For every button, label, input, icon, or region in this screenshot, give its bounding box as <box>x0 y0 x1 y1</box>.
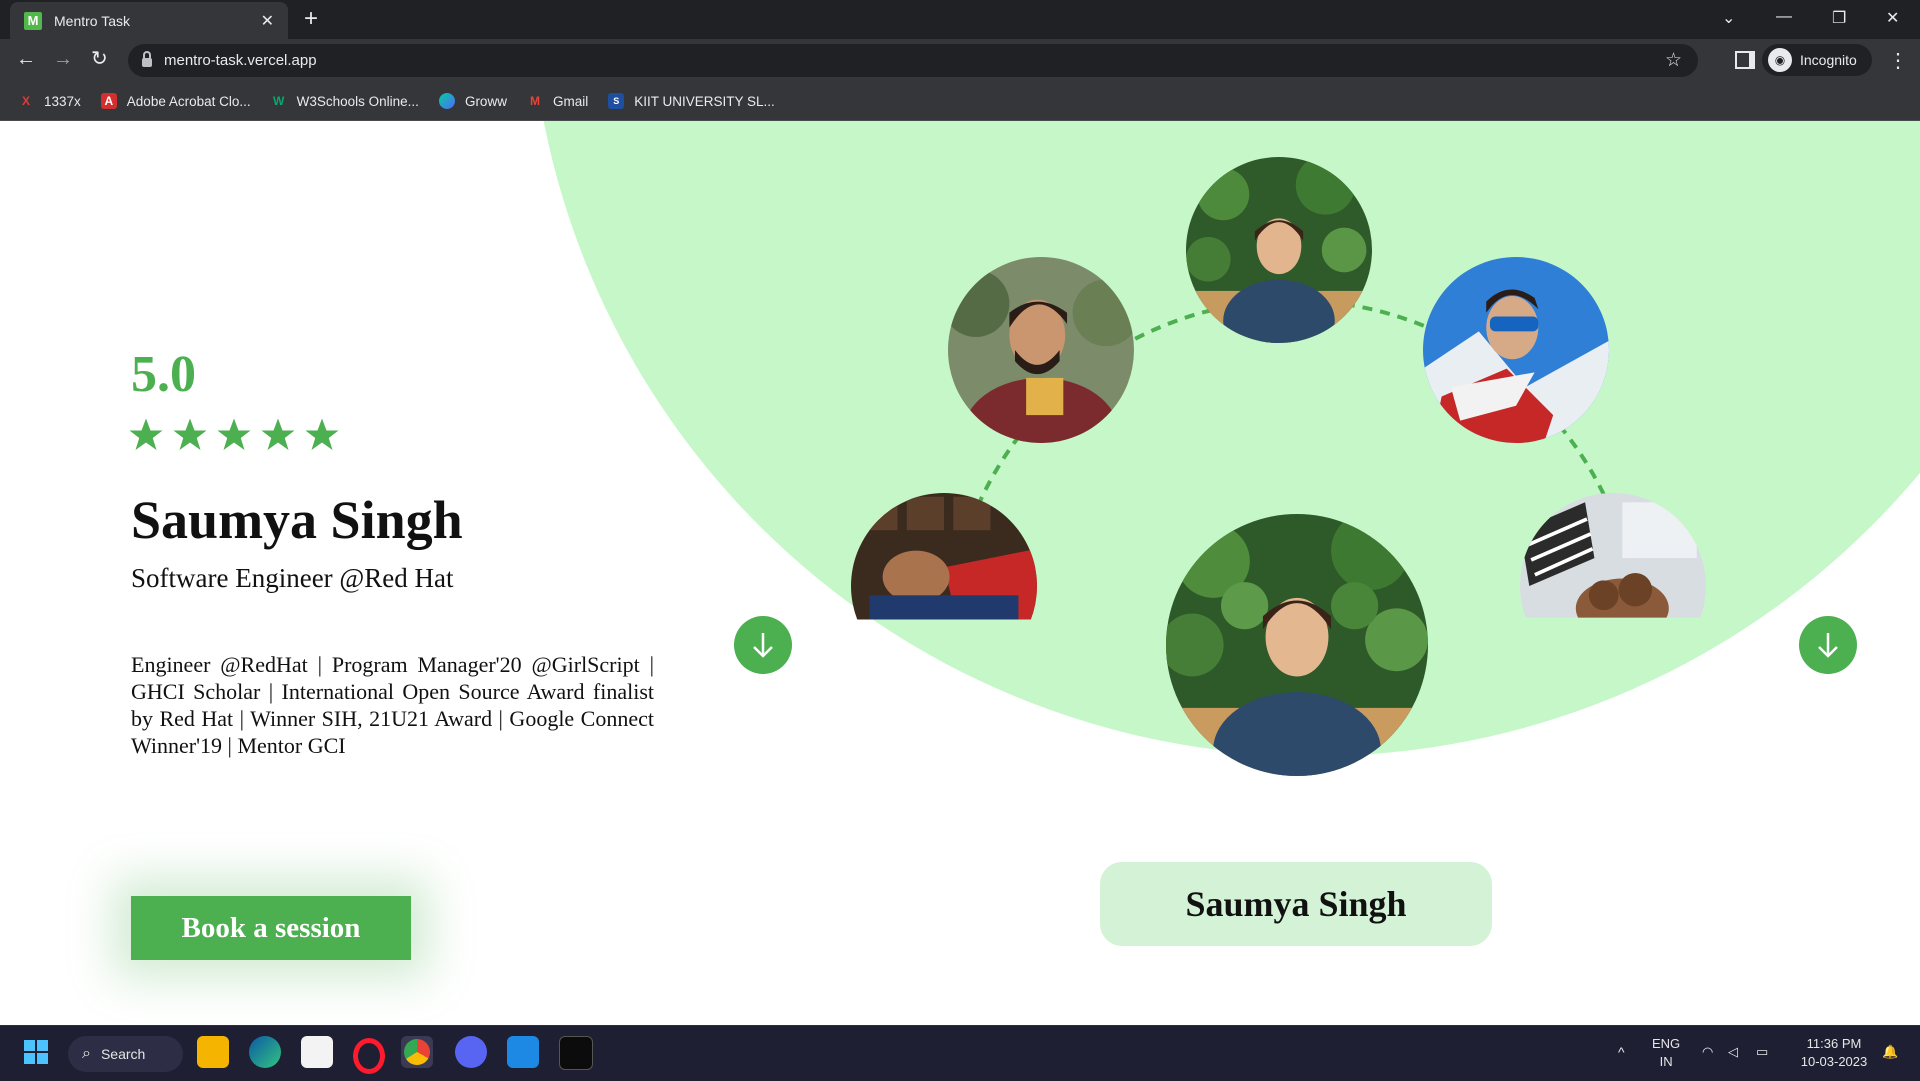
next-arrow-button[interactable] <box>1799 616 1857 674</box>
browser-tab-bar: M Mentro Task ✕ + ⌄ — ❐ ✕ <box>0 0 1920 39</box>
windows-logo-svg <box>24 1040 48 1064</box>
star-icon <box>217 418 251 450</box>
chrome-icon <box>404 1039 430 1065</box>
mentor-avatar[interactable] <box>948 257 1134 443</box>
side-panel-icon[interactable] <box>1735 51 1755 69</box>
book-session-button[interactable]: Book a session <box>131 896 411 960</box>
arrow-down-icon <box>753 633 773 658</box>
os-taskbar: ⌕ Search ^ ENG IN ◠ ◁ ▭ 11:36 PM 10-03-2… <box>0 1025 1920 1081</box>
selected-mentor-avatar[interactable] <box>1166 514 1428 776</box>
terminal-icon[interactable] <box>559 1036 593 1070</box>
rating-value: 5.0 <box>131 346 196 403</box>
star-icon <box>173 418 207 450</box>
minimize-icon[interactable]: — <box>1776 8 1792 26</box>
search-label: Search <box>100 1046 146 1062</box>
incognito-profile-button[interactable]: ◉ Incognito <box>1762 44 1872 76</box>
star-icon <box>305 418 339 450</box>
avatar-photo <box>1166 514 1428 776</box>
bookmark-label: Groww <box>464 93 507 109</box>
avatar-photo <box>1186 157 1372 343</box>
bookmark-item[interactable]: W W3Schools Online... <box>271 93 419 109</box>
back-arrow-icon[interactable]: ← <box>16 49 36 69</box>
w3schools-icon: W <box>272 94 285 108</box>
lang-line2: IN <box>1659 1054 1673 1069</box>
x-icon: X <box>21 94 30 108</box>
clock[interactable]: 11:36 PM 10-03-2023 <box>1794 1035 1874 1071</box>
url-text[interactable]: mentro-task.vercel.app <box>164 52 1665 69</box>
bookmark-label: Adobe Acrobat Clo... <box>126 93 251 109</box>
selected-mentor-name: Saumya Singh <box>1100 862 1492 946</box>
mentor-bio: Engineer @RedHat | Program Manager'20 @G… <box>131 652 654 758</box>
prev-arrow-button[interactable] <box>734 616 792 674</box>
file-explorer-icon[interactable] <box>197 1036 229 1068</box>
discord-icon[interactable] <box>455 1036 487 1068</box>
windows-start-icon[interactable] <box>20 1036 52 1068</box>
language-indicator[interactable]: ENG IN <box>1652 1035 1680 1071</box>
edge-icon[interactable] <box>249 1036 281 1068</box>
star-icon <box>129 418 163 450</box>
avatar-photo <box>948 257 1134 443</box>
gmail-icon: M <box>529 94 540 108</box>
bookmark-item[interactable]: S KIIT UNIVERSITY SL... <box>608 93 775 109</box>
star-icon <box>261 418 295 450</box>
bookmark-item[interactable]: Groww <box>438 93 507 109</box>
new-tab-plus-icon[interactable]: + <box>304 6 318 32</box>
bookmark-label: Gmail <box>552 93 589 109</box>
address-bar[interactable]: mentro-task.vercel.app ☆ <box>128 44 1698 77</box>
bookmark-star-icon[interactable]: ☆ <box>1665 49 1682 72</box>
bookmark-item[interactable]: M Gmail <box>527 93 588 109</box>
browser-toolbar: ← → ↻ mentro-task.vercel.app ☆ ◉ Incogni… <box>0 39 1920 82</box>
bookmark-label: 1337x <box>44 93 81 109</box>
bookmark-label: KIIT UNIVERSITY SL... <box>634 93 775 109</box>
bookmark-item[interactable]: X 1337x <box>18 93 81 109</box>
clock-time: 11:36 PM <box>1806 1036 1862 1051</box>
restore-icon[interactable]: ❐ <box>1832 8 1846 28</box>
reload-icon[interactable]: ↻ <box>91 49 108 69</box>
star-rating <box>128 417 340 453</box>
opera-icon[interactable] <box>353 1038 385 1074</box>
taskbar-search[interactable]: ⌕ Search <box>68 1036 183 1072</box>
clock-date: 10-03-2023 <box>1800 1054 1868 1069</box>
tab-title: Mentro Task <box>54 12 130 29</box>
profile-label: Incognito <box>1800 52 1857 68</box>
page-content: 5.0 Saumya Singh Software Engineer @Red … <box>0 121 1920 1025</box>
wifi-icon[interactable]: ◠ <box>1702 1043 1713 1061</box>
store-icon[interactable] <box>301 1036 333 1068</box>
avatar-photo <box>1423 257 1609 443</box>
search-icon: ⌕ <box>82 1045 91 1062</box>
browser-tab[interactable]: M Mentro Task ✕ <box>10 2 288 39</box>
sap-icon: S <box>608 93 625 109</box>
chevron-down-icon[interactable]: ⌄ <box>1722 8 1735 28</box>
more-menu-icon[interactable]: ⋮ <box>1888 48 1908 73</box>
mentor-role: Software Engineer @Red Hat <box>131 563 454 593</box>
vscode-icon[interactable] <box>507 1036 539 1068</box>
acrobat-icon: A <box>100 93 117 109</box>
bookmark-label: W3Schools Online... <box>296 93 419 109</box>
bookmark-item[interactable]: A Adobe Acrobat Clo... <box>100 93 251 109</box>
groww-icon <box>438 93 455 109</box>
bookmarks-bar: X 1337x A Adobe Acrobat Clo... W W3Schoo… <box>0 82 1920 121</box>
notification-bell-icon[interactable]: 🔔 <box>1882 1043 1898 1061</box>
arrow-down-icon <box>1818 633 1838 658</box>
mentor-name: Saumya Singh <box>131 490 463 550</box>
mentro-favicon-icon: M <box>24 11 42 30</box>
lang-line1: ENG <box>1652 1036 1681 1051</box>
forward-arrow-icon[interactable]: → <box>53 49 73 69</box>
mentor-avatar[interactable] <box>1186 157 1372 343</box>
close-icon[interactable]: ✕ <box>261 11 274 31</box>
incognito-icon: ◉ <box>1768 48 1792 72</box>
window-close-icon[interactable]: ✕ <box>1886 8 1899 28</box>
chevron-up-icon[interactable]: ^ <box>1618 1043 1625 1061</box>
mentor-avatar[interactable] <box>1423 257 1609 443</box>
chrome-taskbar-button[interactable] <box>401 1036 433 1068</box>
battery-icon[interactable]: ▭ <box>1756 1043 1768 1061</box>
volume-icon[interactable]: ◁ <box>1728 1043 1738 1061</box>
lock-icon[interactable] <box>142 51 152 67</box>
